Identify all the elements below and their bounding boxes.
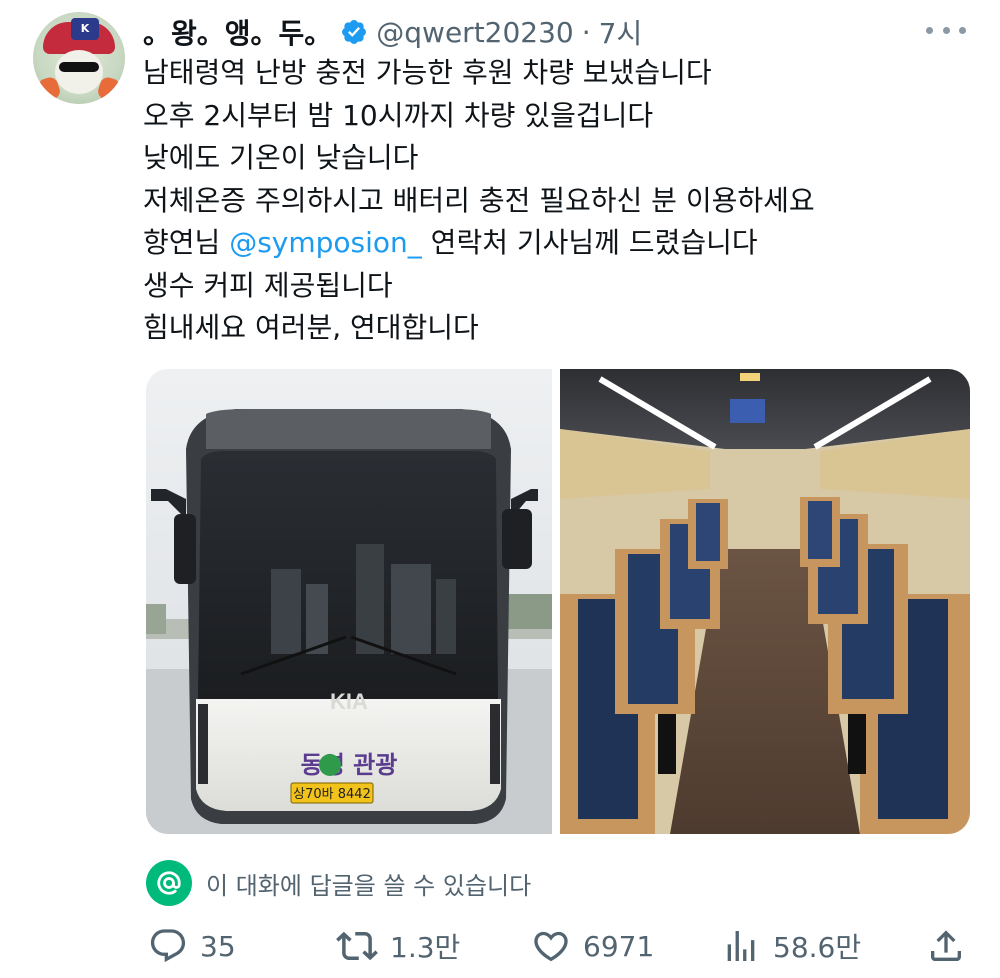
- action-bar: 35 1.3만 6971 58.6만: [146, 922, 966, 970]
- tweet-line-with-mention: 향연님 @symposion_ 연락처 기사님께 드렸습니다: [143, 222, 963, 265]
- at-icon: [146, 860, 192, 906]
- verified-icon: [340, 18, 368, 46]
- more-dot: [942, 26, 950, 34]
- tweet-header: 。왕。앵。두。 @qwert20230 · 7시: [143, 12, 643, 52]
- like-icon: [534, 931, 568, 962]
- reply-button[interactable]: 35: [148, 922, 236, 970]
- tweet-line: 남태령역 난방 충전 가능한 후원 차량 보냈습니다: [143, 56, 712, 89]
- more-dot: [926, 26, 933, 34]
- share-icon: [931, 930, 961, 961]
- mention-link[interactable]: @symposion_: [229, 226, 422, 259]
- avatar-badge: K: [71, 18, 99, 40]
- mention-prefix: 향연님: [143, 226, 230, 259]
- like-button[interactable]: 6971: [531, 922, 654, 970]
- mention-suffix: 연락처 기사님께 드렸습니다: [421, 226, 758, 259]
- tweet-line: 오후 2시부터 밤 10시까지 차량 있을겁니다: [143, 98, 654, 132]
- tweet-line: 힘내세요 여러분, 연대합니다: [143, 311, 479, 344]
- tweet-line: 낮에도 기온이 낮습니다: [143, 141, 419, 174]
- bus-company: 동영 관광: [301, 751, 398, 779]
- reply-restriction-text: 이 대화에 답글을 쓸 수 있습니다: [206, 871, 532, 900]
- reply-restriction: 이 대화에 답글을 쓸 수 있습니다: [146, 860, 531, 906]
- more-dot: [959, 26, 966, 34]
- avatar-glasses: [59, 62, 99, 72]
- user-handle[interactable]: @qwert20230: [376, 16, 573, 49]
- views-count: 58.6만: [773, 931, 862, 964]
- retweet-icon: [336, 931, 378, 961]
- retweet-count: 1.3만: [390, 931, 461, 964]
- like-count: 6971: [583, 929, 655, 963]
- views-icon: [727, 931, 755, 961]
- more-icon[interactable]: [926, 18, 966, 42]
- bus-interior-image[interactable]: [560, 369, 970, 834]
- tweet-text: 남태령역 난방 충전 가능한 후원 차량 보냈습니다 오후 2시부터 밤 10시…: [143, 52, 963, 350]
- tweet-line: 생수 커피 제공됩니다: [143, 268, 393, 302]
- kia-logo: KIA: [330, 689, 368, 714]
- license-plate: 상70바 8442: [293, 787, 371, 802]
- share-button[interactable]: [926, 922, 966, 970]
- avatar[interactable]: K: [33, 12, 125, 104]
- views-button[interactable]: 58.6만: [721, 922, 861, 970]
- display-name[interactable]: 。왕。앵。두。: [143, 12, 332, 52]
- reply-count: 35: [200, 929, 236, 963]
- bus-exterior-image[interactable]: KIA 동영 관광 상70바 8442: [146, 369, 552, 834]
- retweet-button[interactable]: 1.3만: [336, 922, 460, 970]
- reply-icon: [150, 929, 186, 963]
- tweet-line: 저체온증 주의하시고 배터리 충전 필요하신 분 이용하세요: [143, 183, 815, 217]
- separator-dot: ·: [581, 15, 591, 49]
- tweet-time[interactable]: 7시: [599, 12, 643, 52]
- tweet-media: KIA 동영 관광 상70바 8442: [146, 369, 970, 834]
- avatar-face: [55, 50, 103, 94]
